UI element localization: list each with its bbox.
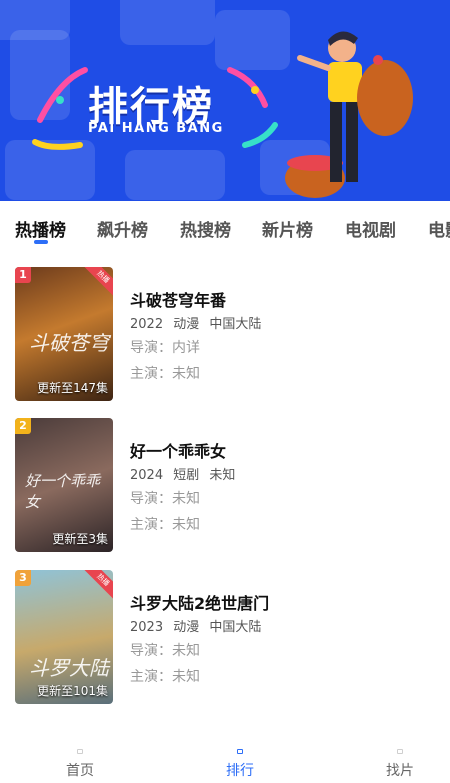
item-title[interactable]: 斗罗大陆2绝世唐门 [130, 590, 269, 614]
item-year: 2023 [130, 620, 164, 635]
tab-hot[interactable]: 热播榜 [15, 216, 66, 241]
rank-badge: 2 [15, 418, 31, 434]
item-director: 导演：内详 [130, 340, 200, 356]
banner-tile [120, 0, 215, 45]
find-icon [397, 749, 403, 754]
mascot-illustration [285, 31, 413, 198]
update-status: 更新至101集 [37, 684, 108, 698]
item-director: 导演：未知 [130, 643, 200, 659]
nav-home-label: 首页 [66, 763, 94, 779]
rank-icon [237, 749, 243, 754]
update-status: 更新至3集 [52, 532, 108, 546]
rank-badge: 3 [15, 570, 31, 586]
rank-banner: 排行榜 PAI HANG BANG [0, 0, 450, 201]
rank-badge: 1 [15, 267, 31, 283]
item-year: 2024 [130, 468, 164, 483]
item-genre: 短剧 [173, 468, 200, 483]
list-item[interactable]: 好一个乖乖女 2 更新至3集 好一个乖乖女 2024 短剧 未知 导演：未知 主… [15, 418, 435, 552]
banner-subtitle: PAI HANG BANG [88, 121, 224, 136]
nav-find[interactable]: 找片 [370, 741, 430, 780]
item-region: 中国大陆 [209, 317, 262, 332]
nav-rank-label: 排行 [226, 763, 254, 779]
list-item[interactable]: 斗罗大陆 3 热播 更新至101集 斗罗大陆2绝世唐门 2023 动漫 中国大陆… [15, 570, 435, 704]
item-director: 导演：未知 [130, 491, 200, 507]
item-title[interactable]: 好一个乖乖女 [130, 438, 226, 462]
nav-home[interactable]: 首页 [50, 741, 110, 780]
hot-ribbon: 热播 [81, 570, 113, 602]
tab-tv[interactable]: 电视剧 [345, 216, 396, 241]
nav-find-label: 找片 [386, 763, 414, 779]
tab-active-indicator [34, 240, 48, 244]
bottom-nav: 首页 排行 找片 [0, 741, 450, 783]
item-region: 中国大陆 [209, 620, 262, 635]
item-genre: 动漫 [173, 317, 200, 332]
poster-image[interactable]: 好一个乖乖女 2 更新至3集 [15, 418, 113, 552]
poster-art-text: 斗罗大陆 [29, 656, 109, 680]
nav-rank[interactable]: 排行 [210, 741, 270, 780]
item-title[interactable]: 斗破苍穹年番 [130, 287, 226, 311]
item-cast: 主演：未知 [130, 366, 200, 382]
poster-art-text: 好一个乖乖女 [25, 472, 101, 511]
item-year: 2022 [130, 317, 164, 332]
hot-ribbon: 热播 [81, 267, 113, 299]
item-meta: 2022 动漫 中国大陆 [130, 313, 267, 332]
list-item[interactable]: 斗破苍穹 1 热播 更新至147集 斗破苍穹年番 2022 动漫 中国大陆 导演… [15, 267, 435, 401]
poster-art-text: 斗破苍穹 [29, 331, 109, 355]
poster-image[interactable]: 斗罗大陆 3 热播 更新至101集 [15, 570, 113, 704]
update-status: 更新至147集 [37, 381, 108, 395]
tab-movie[interactable]: 电影 [428, 216, 450, 241]
home-icon [77, 749, 83, 754]
item-region: 未知 [209, 468, 236, 483]
item-cast: 主演：未知 [130, 669, 200, 685]
item-meta: 2023 动漫 中国大陆 [130, 616, 267, 635]
tab-search[interactable]: 热搜榜 [180, 216, 231, 241]
rank-tabs: 热播榜 飙升榜 热搜榜 新片榜 电视剧 电影 [0, 201, 450, 251]
item-cast: 主演：未知 [130, 517, 200, 533]
tab-new[interactable]: 新片榜 [262, 216, 313, 241]
tab-rising[interactable]: 飙升榜 [97, 216, 148, 241]
item-genre: 动漫 [173, 620, 200, 635]
item-meta: 2024 短剧 未知 [130, 464, 241, 483]
poster-image[interactable]: 斗破苍穹 1 热播 更新至147集 [15, 267, 113, 401]
